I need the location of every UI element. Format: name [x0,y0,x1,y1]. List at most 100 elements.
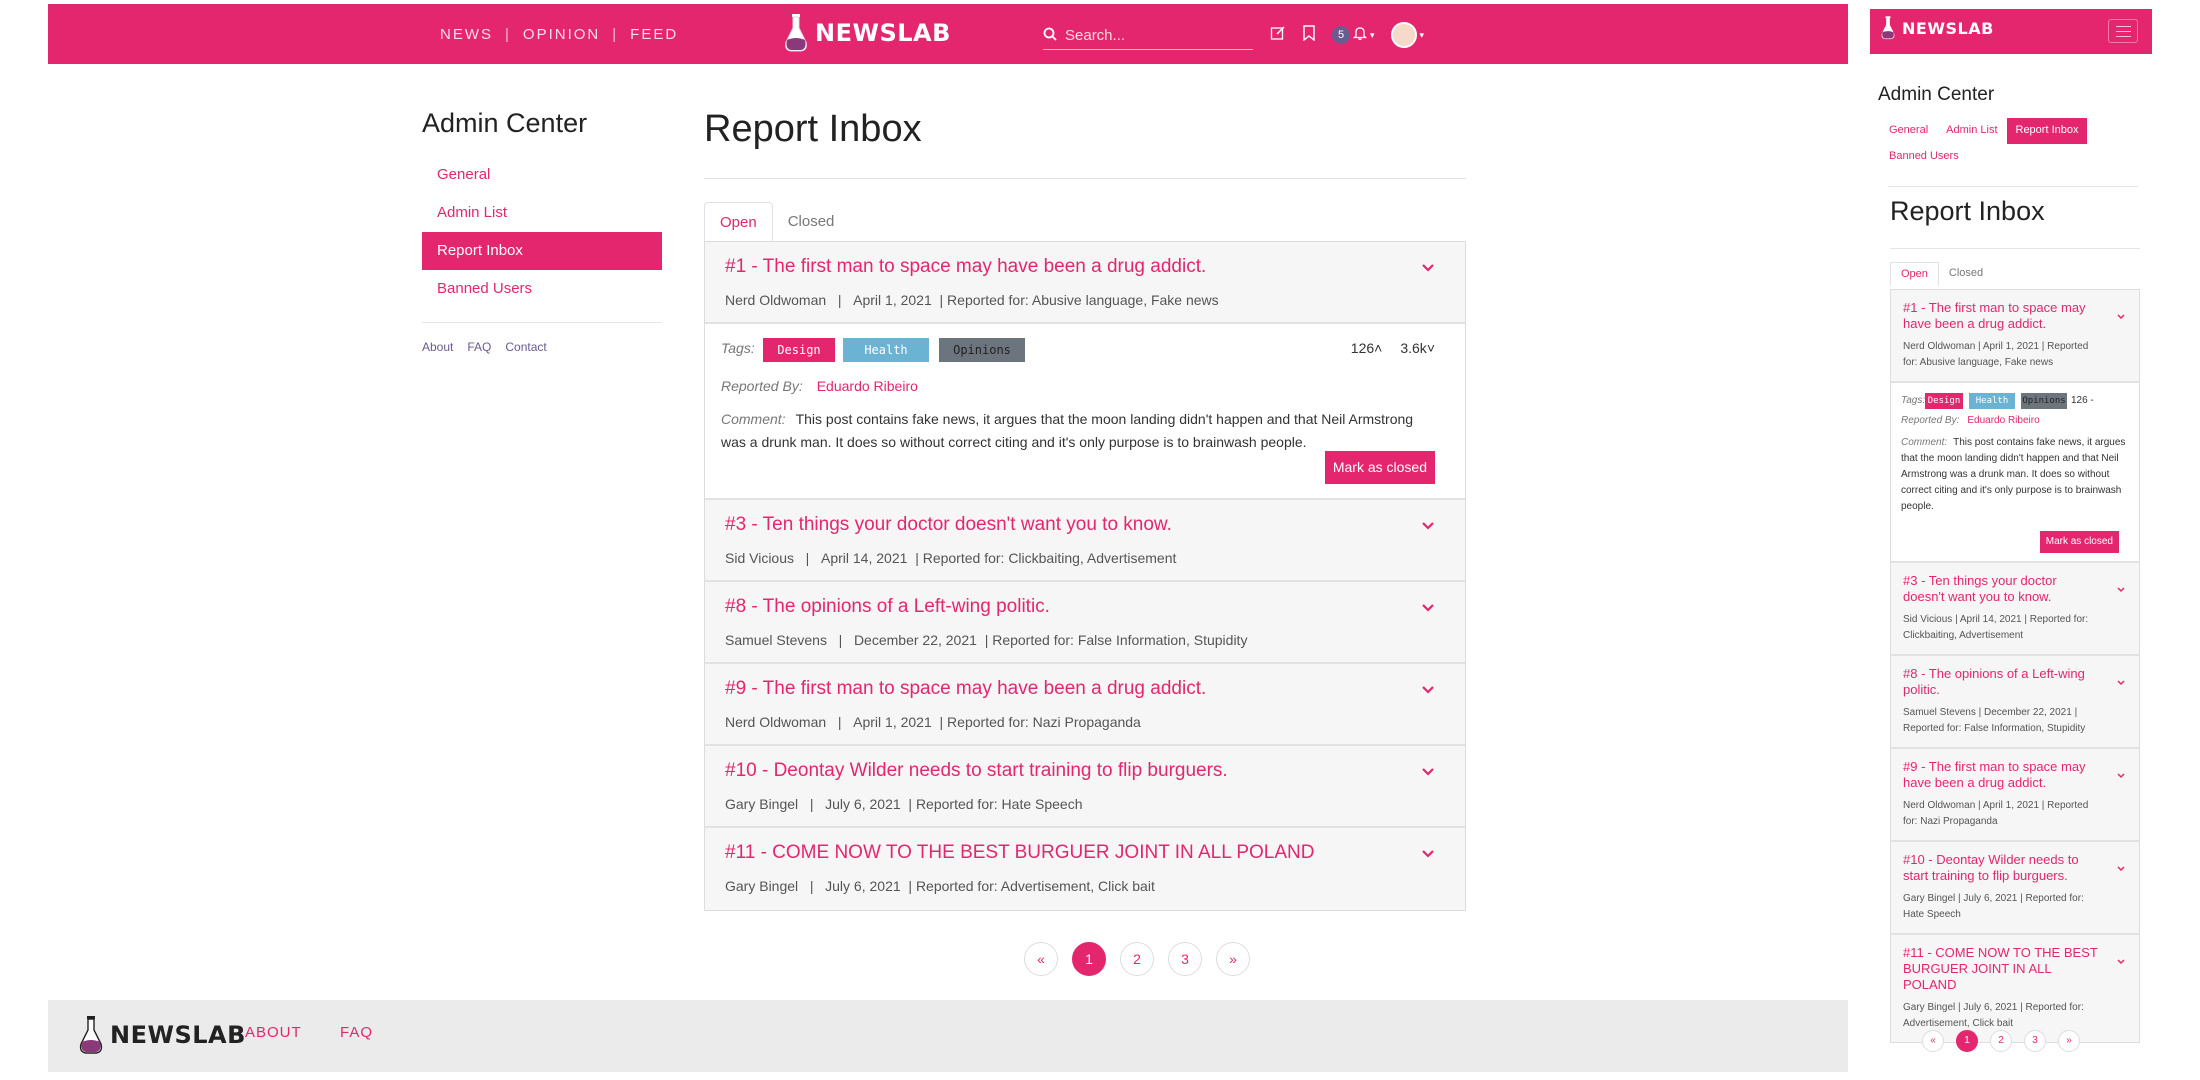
footer-logo[interactable]: NEWSLAB [78,1014,246,1056]
comment-count[interactable]: 3.6k˅ [1400,340,1435,356]
report-item[interactable]: #3 - Ten things your doctor doesn't want… [705,500,1465,582]
avatar [1390,22,1417,48]
page-prev-button[interactable]: « [1024,942,1058,976]
sidebar-item-admin-list[interactable]: Admin List [1937,118,2006,144]
chevron-down-icon[interactable] [2115,583,2127,595]
tag-opinions[interactable]: Opinions [939,338,1025,362]
report-item[interactable]: #3 - Ten things your doctor doesn't want… [1891,563,2139,656]
brand-name: NEWSLAB [110,1021,246,1049]
chevron-down-icon[interactable] [2115,676,2127,688]
report-title[interactable]: #11 - COME NOW TO THE BEST BURGUER JOINT… [1903,945,2099,993]
chevron-down-icon[interactable] [1417,256,1439,278]
reported-by: Reported By: Eduardo Ribeiro [721,378,918,394]
page-1-button[interactable]: 1 [1956,1030,1978,1052]
edit-icon[interactable] [1270,25,1286,46]
page-title: Report Inbox [704,108,922,150]
user-menu[interactable]: ▾ [1390,22,1424,48]
sidebar-item-report-inbox[interactable]: Report Inbox [2006,118,2088,144]
report-meta: Nerd Oldwoman | April 1, 2021 | Reported… [725,714,1141,730]
search-box[interactable]: Search... [1043,22,1253,50]
tag-health[interactable]: Health [843,338,929,362]
notifications-button[interactable]: 5 ▾ [1332,25,1375,46]
bookmark-icon[interactable] [1302,24,1316,46]
sidebar-item-general[interactable]: General [1880,118,1937,144]
brand-logo[interactable]: NEWSLAB [783,12,951,54]
page-1-button[interactable]: 1 [1072,942,1106,976]
chevron-down-icon[interactable] [1417,842,1439,864]
reporter-link[interactable]: Eduardo Ribeiro [817,378,918,394]
sidebar-item-admin-list[interactable]: Admin List [422,194,662,232]
report-item[interactable]: #9 - The first man to space may have bee… [705,664,1465,746]
report-title[interactable]: #3 - Ten things your doctor doesn't want… [1903,573,2099,605]
nav-feed-link[interactable]: FEED [618,26,690,43]
report-item[interactable]: #11 - COME NOW TO THE BEST BURGUER JOINT… [1891,935,2139,1042]
footer-about-link[interactable]: ABOUT [245,1024,302,1041]
page-2-button[interactable]: 2 [1120,942,1154,976]
hamburger-menu-icon[interactable] [2108,19,2138,43]
tab-open[interactable]: Open [1890,262,1939,286]
report-item[interactable]: #1 - The first man to space may have bee… [1891,290,2139,383]
about-link[interactable]: About [422,340,453,354]
search-input[interactable]: Search... [1065,27,1125,44]
page-3-button[interactable]: 3 [2024,1030,2046,1052]
upvote-count[interactable]: 126˄ [1351,340,1383,356]
mark-as-closed-button[interactable]: Mark as closed [1324,451,1435,484]
report-title[interactable]: #9 - The first man to space may have bee… [1903,759,2099,791]
tag-opinions[interactable]: Opinions [2021,393,2067,409]
report-item[interactable]: #8 - The opinions of a Left-wing politic… [1891,656,2139,749]
tab-closed[interactable]: Closed [1939,262,1993,286]
chevron-down-icon[interactable] [1417,514,1439,536]
chevron-down-icon[interactable] [2115,310,2127,322]
report-title[interactable]: #3 - Ten things your doctor doesn't want… [725,514,1172,536]
report-title[interactable]: #10 - Deontay Wilder needs to start trai… [725,760,1228,782]
sidebar-item-general[interactable]: General [422,156,662,194]
report-title[interactable]: #10 - Deontay Wilder needs to start trai… [1903,852,2099,884]
faq-link[interactable]: FAQ [467,340,491,354]
report-title[interactable]: #8 - The opinions of a Left-wing politic… [1903,666,2099,698]
chevron-down-icon[interactable] [2115,862,2127,874]
report-item[interactable]: #10 - Deontay Wilder needs to start trai… [1891,842,2139,935]
title-divider [704,178,1466,179]
chevron-down-icon[interactable] [2115,769,2127,781]
tag-design[interactable]: Design [763,338,835,362]
nav-news-link[interactable]: NEWS [428,26,505,43]
sidebar-item-banned-users[interactable]: Banned Users [1880,144,1968,170]
nav-opinion-link[interactable]: OPINION [511,26,612,43]
page-next-button[interactable]: » [2058,1030,2080,1052]
report-title[interactable]: #1 - The first man to space may have bee… [725,256,1206,278]
tab-closed[interactable]: Closed [773,202,850,242]
page-3-button[interactable]: 3 [1168,942,1202,976]
report-title[interactable]: #8 - The opinions of a Left-wing politic… [725,596,1050,618]
report-item[interactable]: #8 - The opinions of a Left-wing politic… [705,582,1465,664]
chevron-down-icon[interactable] [1417,760,1439,782]
page-2-button[interactable]: 2 [1990,1030,2012,1052]
flask-icon [78,1014,104,1056]
footer-faq-link[interactable]: FAQ [340,1024,373,1041]
contact-link[interactable]: Contact [505,340,546,354]
mark-as-closed-button[interactable]: Mark as closed [2039,531,2119,553]
chevron-down-icon[interactable] [1417,596,1439,618]
page-next-button[interactable]: » [1216,942,1250,976]
report-item[interactable]: #1 - The first man to space may have bee… [705,242,1465,324]
report-title[interactable]: #9 - The first man to space may have bee… [725,678,1206,700]
report-item[interactable]: #10 - Deontay Wilder needs to start trai… [705,746,1465,828]
tag-design[interactable]: Design [1925,393,1963,409]
sidebar-item-banned-users[interactable]: Banned Users [422,270,662,308]
reporter-link[interactable]: Eduardo Ribeiro [1967,415,2039,426]
tag-health[interactable]: Health [1969,393,2015,409]
upvote-count[interactable]: 126 - [2071,395,2094,406]
brand-logo[interactable]: NEWSLAB [1880,12,1994,44]
report-title[interactable]: #11 - COME NOW TO THE BEST BURGUER JOINT… [725,842,1315,864]
report-item[interactable]: #11 - COME NOW TO THE BEST BURGUER JOINT… [705,828,1465,910]
page-prev-button[interactable]: « [1922,1030,1944,1052]
chevron-down-icon[interactable] [1417,678,1439,700]
report-comment: Comment: This post contains fake news, it… [721,408,1441,454]
report-detail: Tags: Design Health Opinions 126 - Repor… [1891,383,2139,563]
report-detail: Tags: Design Health Opinions 126˄ 3.6k˅ … [705,324,1465,500]
sidebar-item-report-inbox[interactable]: Report Inbox [422,232,662,270]
report-comment: Comment: This post contains fake news, it… [1901,435,2129,515]
report-title[interactable]: #1 - The first man to space may have bee… [1903,300,2099,332]
tab-open[interactable]: Open [704,202,773,242]
chevron-down-icon[interactable] [2115,955,2127,967]
report-item[interactable]: #9 - The first man to space may have bee… [1891,749,2139,842]
